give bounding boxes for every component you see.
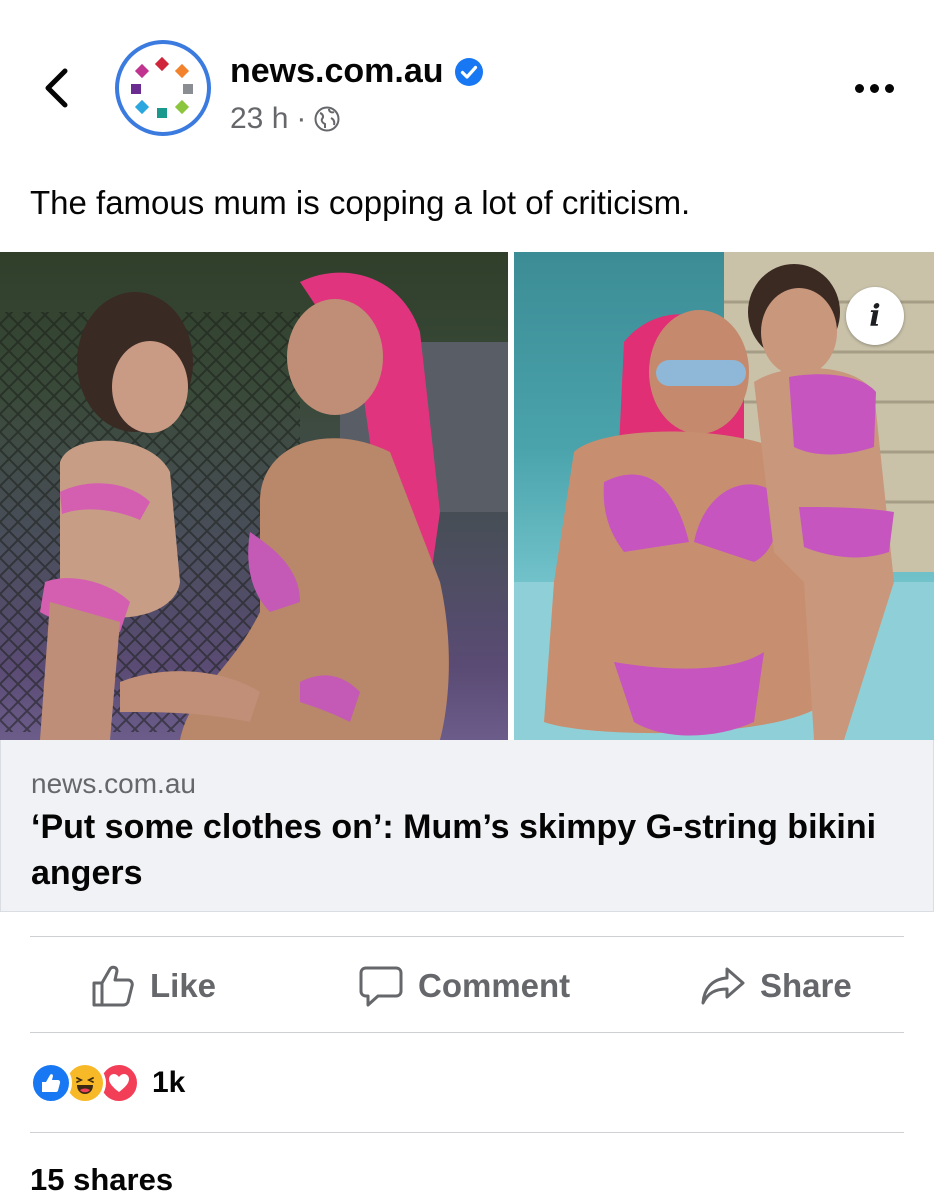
divider-top xyxy=(30,936,904,937)
news-logo-icon xyxy=(131,56,193,118)
photo-right[interactable]: i xyxy=(514,252,934,740)
shares-count[interactable]: 15 shares xyxy=(30,1162,173,1198)
meta-separator: · xyxy=(296,102,307,135)
like-button[interactable]: Like xyxy=(90,938,216,1034)
like-label: Like xyxy=(150,967,217,1004)
link-preview-card[interactable]: news.com.au ‘Put some clothes on’: Mum’s… xyxy=(0,740,934,912)
post-caption: The famous mum is copping a lot of criti… xyxy=(30,184,691,221)
page-avatar[interactable] xyxy=(115,40,211,136)
more-dot xyxy=(884,83,894,93)
chevron-left-icon xyxy=(45,68,68,108)
post-time[interactable]: 23 h xyxy=(230,102,288,136)
like-icon xyxy=(30,1062,72,1104)
link-title: ‘Put some clothes on’: Mum’s skimpy G-st… xyxy=(31,808,877,892)
reaction-count: 1k xyxy=(152,1066,186,1099)
share-label: Share xyxy=(760,967,852,1004)
page-name-row: news.com.au xyxy=(230,52,484,91)
share-arrow-icon xyxy=(701,967,745,1005)
thumbs-up-icon xyxy=(92,965,134,1007)
info-button[interactable]: i xyxy=(846,287,904,345)
divider-middle xyxy=(30,1032,904,1033)
globe-icon xyxy=(314,106,340,132)
reactions-summary[interactable]: 1k xyxy=(30,1060,185,1106)
action-bar: Like Comment Share xyxy=(30,938,904,1034)
page-name[interactable]: news.com.au xyxy=(230,52,444,91)
post-header: news.com.au 23 h · xyxy=(0,0,934,160)
comment-button[interactable]: Comment xyxy=(358,938,570,1034)
more-dot xyxy=(869,83,879,93)
more-options-button[interactable] xyxy=(850,74,898,102)
photo-left[interactable] xyxy=(0,252,508,740)
facebook-post-view: news.com.au 23 h · The famous mum is cop… xyxy=(0,0,934,1200)
divider-bottom xyxy=(30,1132,904,1133)
link-domain: news.com.au xyxy=(31,768,196,799)
photo-left-illustration xyxy=(0,272,508,740)
comment-icon xyxy=(359,966,403,1007)
verified-badge-icon xyxy=(454,57,483,86)
info-icon: i xyxy=(869,298,881,334)
share-button[interactable]: Share xyxy=(700,938,852,1034)
back-button[interactable] xyxy=(36,62,76,114)
more-dot xyxy=(854,83,864,93)
post-media[interactable]: i xyxy=(0,252,934,740)
post-meta: 23 h · xyxy=(230,102,340,136)
comment-label: Comment xyxy=(418,967,571,1004)
